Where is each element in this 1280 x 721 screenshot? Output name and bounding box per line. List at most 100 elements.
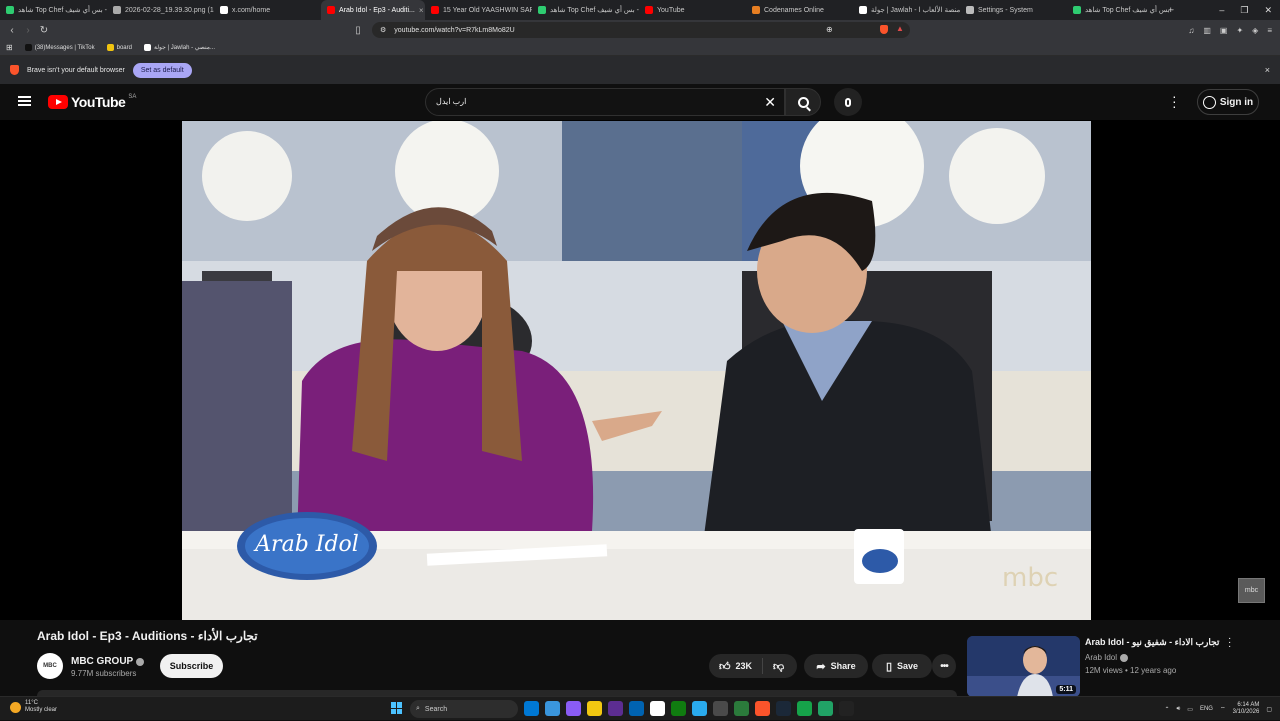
set-default-button[interactable]: Set as default bbox=[132, 62, 192, 78]
taskbar-app-icon[interactable] bbox=[797, 701, 812, 716]
recommended-title[interactable]: Arab Idol - تجارب الاداء - شفيق نيو bbox=[1085, 637, 1225, 648]
tray-expand-icon[interactable]: ⌃ bbox=[1164, 706, 1169, 713]
tab-favicon-icon bbox=[1073, 6, 1081, 14]
taskbar-app-icon[interactable] bbox=[839, 701, 854, 716]
notification-icon[interactable]: ▢ bbox=[1266, 706, 1272, 713]
browser-tab[interactable]: شاهد Top Chef بس أي شيف - bbox=[1067, 0, 1174, 20]
browser-tab[interactable]: شاهد Top Chef بس أي شيف - bbox=[0, 0, 107, 20]
lang-indicator[interactable]: ENG bbox=[1200, 706, 1213, 712]
bookmark-item[interactable]: جولة | Jawlah - منصي... bbox=[143, 44, 215, 51]
extensions-icon[interactable]: ✦ bbox=[1236, 26, 1243, 35]
browser-tab[interactable]: Codenames Online bbox=[746, 0, 853, 20]
taskbar-app-icon[interactable] bbox=[650, 701, 665, 716]
media-icon[interactable]: ♫ bbox=[1188, 26, 1194, 35]
video-player[interactable]: Arab Idol mbc mbc bbox=[0, 120, 1280, 620]
tab-favicon-icon bbox=[859, 6, 867, 14]
taskbar-app-icon[interactable] bbox=[776, 701, 791, 716]
taskbar-app-icon[interactable] bbox=[608, 701, 623, 716]
taskbar-app-icon[interactable] bbox=[818, 701, 833, 716]
like-button[interactable]: 👍︎ 23K bbox=[709, 658, 764, 674]
volume-icon[interactable]: 🔊︎ bbox=[1177, 706, 1181, 713]
taskbar-app-icon[interactable] bbox=[545, 701, 560, 716]
video-frame[interactable]: Arab Idol mbc bbox=[182, 121, 1091, 620]
minimize-button[interactable]: – bbox=[1219, 5, 1224, 15]
site-info-icon[interactable]: ⚙ bbox=[380, 26, 386, 34]
tab-label: 15 Year Old YAASHWIN SARA... bbox=[443, 6, 532, 14]
search-button[interactable] bbox=[785, 88, 821, 116]
system-tray: ⌃ 🔊︎ ▭ ENG ⌔ 6:14 AM 3/10/2026 ▢ bbox=[1164, 697, 1272, 721]
channel-name[interactable]: MBC GROUP bbox=[71, 656, 145, 667]
wifi-icon[interactable]: ⌔ bbox=[1220, 705, 1226, 713]
recommended-more-icon[interactable]: · · · bbox=[1228, 634, 1231, 652]
tab-favicon-icon bbox=[431, 6, 439, 14]
battery-icon[interactable]: ▭ bbox=[1187, 706, 1193, 713]
taskbar-app-icon[interactable] bbox=[587, 701, 602, 716]
recommended-channel[interactable]: Arab Idol bbox=[1085, 653, 1129, 662]
menu-hamburger-icon[interactable] bbox=[18, 96, 31, 106]
taskbar-app-icon[interactable] bbox=[713, 701, 728, 716]
shields-icon[interactable] bbox=[880, 25, 888, 34]
reload-icon[interactable]: ↻ bbox=[36, 25, 52, 36]
apps-grid-icon[interactable]: ⊞ bbox=[6, 43, 13, 52]
voice-search-button[interactable] bbox=[834, 88, 862, 116]
restore-button[interactable]: ❐ bbox=[1240, 5, 1248, 16]
close-tab-icon[interactable]: × bbox=[419, 6, 424, 15]
taskbar-app-icon[interactable] bbox=[734, 701, 749, 716]
taskbar-app-icon[interactable] bbox=[671, 701, 686, 716]
clock[interactable]: 6:14 AM 3/10/2026 bbox=[1233, 702, 1260, 716]
start-button-icon[interactable] bbox=[391, 702, 403, 714]
browser-tab[interactable]: 15 Year Old YAASHWIN SARA... bbox=[425, 0, 532, 20]
save-button[interactable]: ▯ Save bbox=[872, 654, 932, 678]
infobar-close-icon[interactable]: × bbox=[1265, 65, 1270, 75]
share-button[interactable]: ➦ Share bbox=[804, 654, 868, 678]
taskbar-app-icon[interactable] bbox=[755, 701, 770, 716]
channel-avatar[interactable]: MBC bbox=[37, 653, 63, 679]
browser-tab[interactable]: 2026-02-28_19.39.30.png (14... bbox=[107, 0, 214, 20]
rewards-icon[interactable]: ▲ bbox=[896, 24, 904, 33]
taskbar-app-icon[interactable] bbox=[524, 701, 539, 716]
bookmark-icon[interactable]: ▯ bbox=[350, 25, 366, 36]
subscribe-button[interactable]: Subscribe bbox=[160, 654, 223, 678]
taskbar-app-icon[interactable] bbox=[692, 701, 707, 716]
taskbar-app-icon[interactable] bbox=[629, 701, 644, 716]
infobar-message: Brave isn't your default browser bbox=[27, 66, 125, 74]
browser-tab[interactable]: شاهد Top Chef بس أي شيف - bbox=[532, 0, 639, 20]
recommended-thumbnail[interactable]: 5:11 bbox=[967, 636, 1080, 697]
youtube-logo[interactable]: YouTube SA bbox=[48, 94, 136, 110]
browser-tab[interactable]: YouTube bbox=[639, 0, 746, 20]
default-browser-infobar: Brave isn't your default browser Set as … bbox=[0, 56, 1280, 84]
back-icon[interactable]: ‹ bbox=[4, 25, 20, 36]
search-input[interactable]: ارب ايدل ✕ bbox=[425, 88, 785, 116]
youtube-play-icon bbox=[48, 95, 68, 109]
browser-tab[interactable]: Settings - System bbox=[960, 0, 1067, 20]
menu-icon[interactable]: ≡ bbox=[1267, 26, 1272, 35]
wallet-icon[interactable]: ◈ bbox=[1252, 26, 1258, 35]
bookmark-label: (38)Messages | TikTok bbox=[34, 44, 95, 51]
like-dislike-group: 👍︎ 23K 👎︎ bbox=[709, 654, 797, 678]
taskbar-search[interactable]: ⌕ Search bbox=[410, 700, 518, 718]
tabs-icon[interactable]: ▣ bbox=[1220, 26, 1228, 35]
browser-tab[interactable]: Arab Idol - Ep3 - Auditi... × bbox=[321, 0, 425, 20]
svg-text:Arab Idol: Arab Idol bbox=[253, 532, 359, 557]
clear-search-icon[interactable]: ✕ bbox=[764, 94, 776, 111]
tab-label: YouTube bbox=[657, 6, 685, 14]
bookmark-item[interactable]: (38)Messages | TikTok bbox=[24, 44, 95, 51]
search-query: ارب ايدل bbox=[436, 97, 467, 106]
browser-tab[interactable]: x.com/home bbox=[214, 0, 321, 20]
zoom-icon[interactable]: ⊕ bbox=[826, 25, 833, 34]
sidebar-icon[interactable]: ▥ bbox=[1203, 26, 1211, 35]
more-actions-button[interactable]: ••• bbox=[932, 654, 956, 678]
forward-icon[interactable]: › bbox=[20, 25, 36, 36]
weather-widget[interactable]: 11°C Mostly clear bbox=[10, 700, 57, 714]
dislike-button[interactable]: 👎︎ bbox=[763, 660, 784, 673]
thumbs-up-icon: 👍︎ bbox=[719, 660, 731, 673]
tab-favicon-icon bbox=[966, 6, 974, 14]
settings-more-icon[interactable]: · · · bbox=[1172, 89, 1177, 113]
taskbar-app-icon[interactable] bbox=[566, 701, 581, 716]
sign-in-button[interactable]: Sign in bbox=[1197, 89, 1259, 115]
new-tab-button[interactable]: + bbox=[1168, 5, 1173, 15]
tab-label: Codenames Online bbox=[764, 6, 824, 14]
bookmark-item[interactable]: board bbox=[106, 44, 132, 51]
browser-tab[interactable]: جولة | Jawlah - منصة الألعاب ا... bbox=[853, 0, 960, 20]
close-window-button[interactable]: ✕ bbox=[1264, 5, 1272, 16]
